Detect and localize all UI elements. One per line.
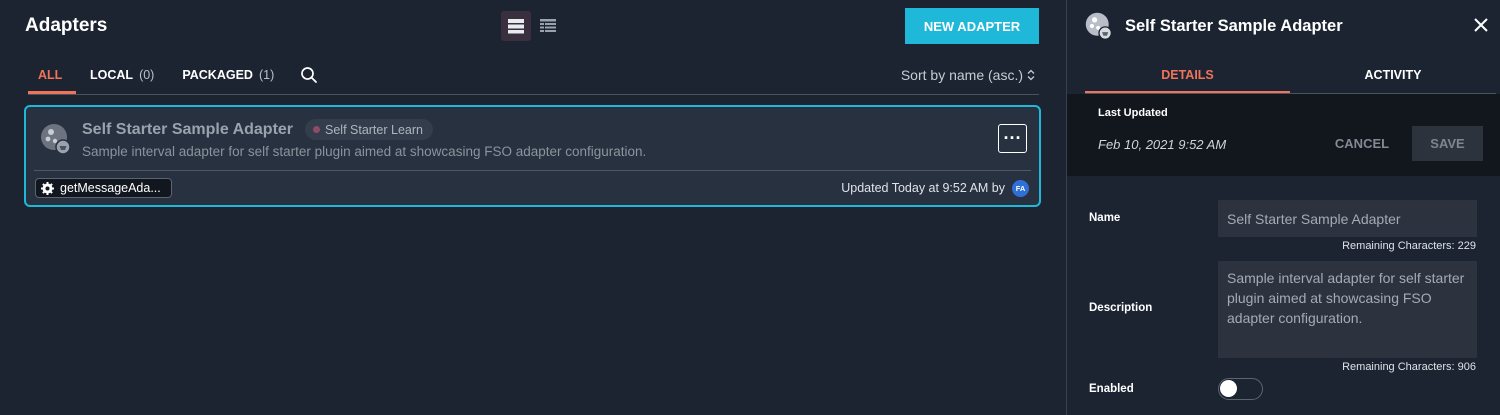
adapters-pane: Adapters NEW ADAPTER ALL LOCAL (0) PACKAG… [0,0,1066,415]
sort-label: Sort by name (asc.) [900,67,1023,83]
tab-packaged[interactable]: PACKAGED (1) [172,60,284,94]
more-options-button[interactable]: ··· [998,124,1027,153]
name-label: Name [1089,212,1121,224]
avatar: FA [1012,180,1029,197]
new-adapter-button[interactable]: NEW ADAPTER [905,8,1039,44]
package-tag-label: Self Starter Learn [325,122,423,137]
panel-tabs: DETAILS ACTIVITY [1085,58,1496,94]
details-panel: Self Starter Sample Adapter DETAILS ACTI… [1066,0,1500,415]
adapter-card[interactable]: Self Starter Sample Adapter Self Starter… [24,105,1041,207]
list-icon [508,19,524,34]
enabled-label: Enabled [1089,383,1134,395]
edit-action-bar: Last Updated Feb 10, 2021 9:52 AM CANCEL… [1067,94,1500,176]
save-button[interactable]: SAVE [1412,126,1483,161]
name-field[interactable] [1218,200,1477,237]
tab-local-count: (0) [139,68,155,82]
tab-all[interactable]: ALL [28,60,76,94]
cancel-button[interactable]: CANCEL [1324,126,1400,161]
filter-tabs: ALL LOCAL (0) PACKAGED (1) [28,60,318,94]
sort-arrows-icon [1027,69,1035,81]
adapter-description: Sample interval adapter for self starter… [82,144,647,159]
last-updated-label: Last Updated [1098,107,1168,119]
last-updated-value: Feb 10, 2021 9:52 AM [1098,137,1227,152]
close-icon[interactable] [1472,16,1490,34]
description-field[interactable]: Sample interval adapter for self starter… [1218,261,1477,358]
name-remaining-chars: Remaining Characters: 229 [1342,240,1476,252]
tab-packaged-count: (1) [258,68,275,82]
list-view-toggle[interactable] [501,11,531,41]
tab-details[interactable]: DETAILS [1085,58,1290,94]
tab-local-label: LOCAL [90,68,134,82]
tab-all-label: ALL [38,68,63,82]
tabs-divider [28,94,1039,95]
gear-icon [41,182,54,195]
description-remaining-chars: Remaining Characters: 906 [1342,361,1476,373]
panel-title: Self Starter Sample Adapter [1125,17,1343,35]
enabled-toggle[interactable] [1218,378,1263,400]
tab-local[interactable]: LOCAL (0) [80,60,164,94]
table-view-toggle[interactable] [533,11,563,41]
package-tag: Self Starter Learn [305,119,433,140]
page-title: Adapters [25,15,108,36]
tab-packaged-label: PACKAGED [182,68,253,82]
sort-dropdown[interactable]: Sort by name (asc.) [901,67,1035,83]
grid-icon [540,19,556,32]
adapter-icon [1085,12,1113,40]
tag-dot [313,126,320,133]
adapter-title: Self Starter Sample Adapter [82,121,294,138]
toggle-knob [1220,380,1237,397]
tab-activity[interactable]: ACTIVITY [1290,58,1496,94]
search-icon[interactable] [300,66,318,84]
function-chip-label: getMessageAda... [60,181,161,195]
function-chip[interactable]: getMessageAda... [35,178,172,198]
details-form: Name Remaining Characters: 229 Descripti… [1067,176,1500,415]
adapter-icon [41,124,71,155]
card-divider [34,170,1031,171]
description-label: Description [1089,302,1153,314]
updated-text: Updated Today at 9:52 AM by [841,181,1005,195]
